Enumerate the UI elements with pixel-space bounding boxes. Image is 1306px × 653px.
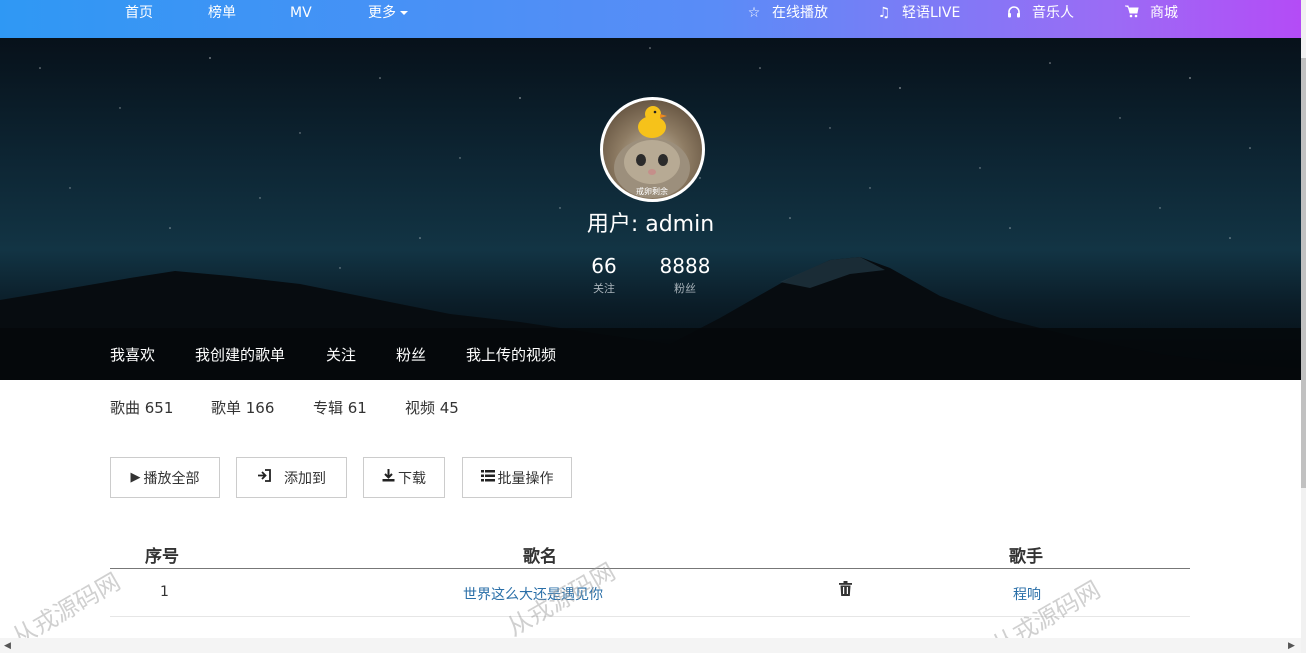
- tab-fans[interactable]: 粉丝: [396, 344, 426, 365]
- fans-stat[interactable]: 8888 粉丝: [655, 254, 715, 296]
- play-all-label: 播放全部: [143, 470, 200, 487]
- nav-charts[interactable]: 榜单: [208, 0, 236, 38]
- vertical-scrollbar-thumb[interactable]: [1301, 58, 1306, 488]
- header-divider: [110, 568, 1190, 569]
- follow-count: 66: [591, 254, 617, 278]
- avatar-caption: 戒卵剩余: [636, 186, 668, 196]
- nav-mv[interactable]: MV: [290, 0, 312, 38]
- nav-online-play[interactable]: ☆ 在线播放: [746, 0, 828, 38]
- scroll-left-icon[interactable]: ◀: [4, 641, 11, 651]
- caret-down-icon: [400, 11, 408, 15]
- batch-operation-label: 批量操作: [497, 470, 554, 487]
- download-icon: [382, 469, 395, 486]
- nav-live-label: 轻语LIVE: [902, 5, 961, 21]
- add-to-label: 添加到: [284, 470, 326, 487]
- count-albums[interactable]: 专辑 61: [313, 397, 367, 418]
- nav-musician[interactable]: 音乐人: [1006, 0, 1074, 38]
- tab-likes[interactable]: 我喜欢: [110, 344, 155, 365]
- play-all-button[interactable]: ▶ 播放全部: [110, 457, 220, 498]
- horizontal-scrollbar[interactable]: [0, 638, 1301, 653]
- fans-count: 8888: [659, 254, 711, 278]
- follow-label: 关注: [593, 282, 615, 295]
- fans-label: 粉丝: [674, 282, 696, 295]
- count-videos[interactable]: 视频 45: [405, 397, 459, 418]
- nav-live[interactable]: ♫ 轻语LIVE: [876, 0, 961, 38]
- batch-operation-button[interactable]: 批量操作: [462, 457, 572, 498]
- list-icon: [480, 469, 495, 486]
- nav-shop[interactable]: 商城: [1124, 0, 1178, 38]
- username: 用户: admin: [586, 212, 715, 237]
- artist-link[interactable]: 程响: [1013, 584, 1041, 604]
- nav-more[interactable]: 更多: [368, 0, 408, 38]
- tab-created-playlists[interactable]: 我创建的歌单: [195, 344, 285, 365]
- cat-with-duck-image: 戒卵剩余: [614, 106, 690, 198]
- header-artist: 歌手: [1009, 547, 1043, 567]
- play-icon: ▶: [130, 470, 141, 485]
- follow-stat[interactable]: 66 关注: [574, 254, 634, 296]
- download-button[interactable]: 下载: [363, 457, 445, 498]
- trash-icon[interactable]: [839, 581, 852, 600]
- nav-shop-label: 商城: [1150, 5, 1178, 21]
- tab-following[interactable]: 关注: [326, 344, 356, 365]
- headphones-icon: [1006, 0, 1022, 27]
- tab-uploaded-videos[interactable]: 我上传的视频: [466, 344, 556, 365]
- scroll-right-icon[interactable]: ▶: [1288, 641, 1295, 651]
- download-label: 下载: [398, 470, 426, 487]
- profile-banner: 戒卵剩余 用户: admin 66 关注 8888 粉丝 我喜欢 我创建的歌单 …: [0, 38, 1301, 380]
- count-playlists[interactable]: 歌单 166: [211, 397, 274, 418]
- nav-online-play-label: 在线播放: [772, 5, 828, 21]
- avatar[interactable]: 戒卵剩余: [600, 97, 705, 202]
- top-nav: 首页 榜单 MV 更多 ☆ 在线播放 ♫ 轻语LIVE 音乐人 商城: [0, 0, 1301, 38]
- music-note-icon: ♫: [877, 5, 891, 21]
- cart-icon: [1124, 0, 1140, 27]
- nav-home[interactable]: 首页: [125, 0, 153, 38]
- row-divider: [110, 616, 1190, 617]
- star-icon: ☆: [747, 5, 761, 21]
- nav-musician-label: 音乐人: [1032, 5, 1074, 21]
- header-index: 序号: [145, 547, 179, 567]
- add-to-button[interactable]: 添加到: [236, 457, 347, 498]
- sign-in-icon: [257, 469, 272, 486]
- nav-more-label: 更多: [368, 5, 396, 21]
- count-songs[interactable]: 歌曲 651: [110, 397, 173, 418]
- row-index: 1: [160, 584, 169, 600]
- header-title: 歌名: [523, 547, 557, 567]
- song-title-link[interactable]: 世界这么大还是遇见你: [463, 584, 603, 604]
